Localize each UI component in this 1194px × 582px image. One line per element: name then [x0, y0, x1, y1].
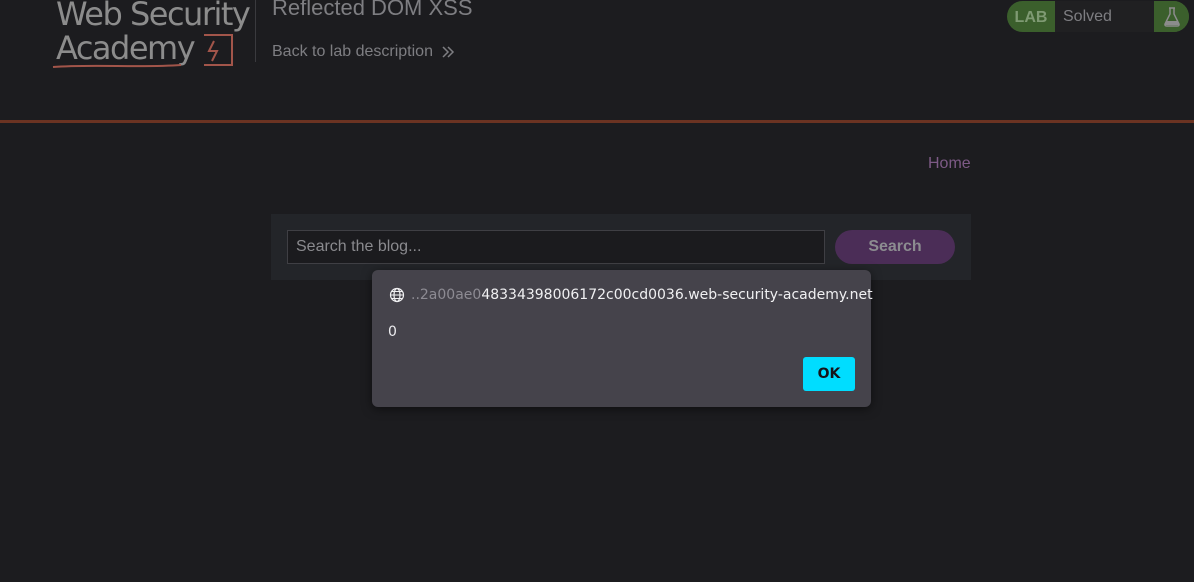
alert-dialog: ..2a00ae048334398006172c00cd0036.web-sec… — [372, 270, 873, 407]
web-security-academy-logo[interactable]: Web Security Academy — [52, 0, 252, 72]
search-input[interactable]: Search the blog... — [287, 230, 825, 264]
globe-icon — [389, 287, 405, 303]
logo-text-line1: Web Security — [56, 0, 251, 33]
flask-icon — [1154, 1, 1189, 32]
logo-bolt-icon — [204, 34, 233, 66]
header-separator — [0, 120, 1194, 123]
lab-status-widget: LAB Solved — [1007, 1, 1189, 32]
home-link[interactable]: Home — [928, 155, 971, 173]
logo-underline-icon — [52, 64, 182, 68]
search-button[interactable]: Search — [835, 230, 955, 264]
lab-status-value: Solved — [1055, 1, 1154, 32]
dialog-origin: ..2a00ae048334398006172c00cd0036.web-sec… — [389, 287, 873, 303]
dialog-message: 0 — [388, 324, 397, 340]
lab-badge: LAB — [1014, 8, 1048, 26]
back-link-label: Back to lab description — [272, 43, 433, 60]
lab-title: Reflected DOM XSS — [272, 0, 473, 20]
header-divider — [255, 0, 256, 62]
dialog-origin-host: 48334398006172c00cd0036.web-security-aca… — [481, 287, 873, 303]
logo-text-line2: Academy — [56, 29, 196, 67]
double-chevron-right-icon — [442, 46, 455, 58]
ok-button[interactable]: OK — [803, 357, 855, 391]
back-to-lab-description-link[interactable]: Back to lab description — [272, 43, 455, 61]
dialog-origin-faded: ..2a00ae0 — [411, 287, 482, 303]
